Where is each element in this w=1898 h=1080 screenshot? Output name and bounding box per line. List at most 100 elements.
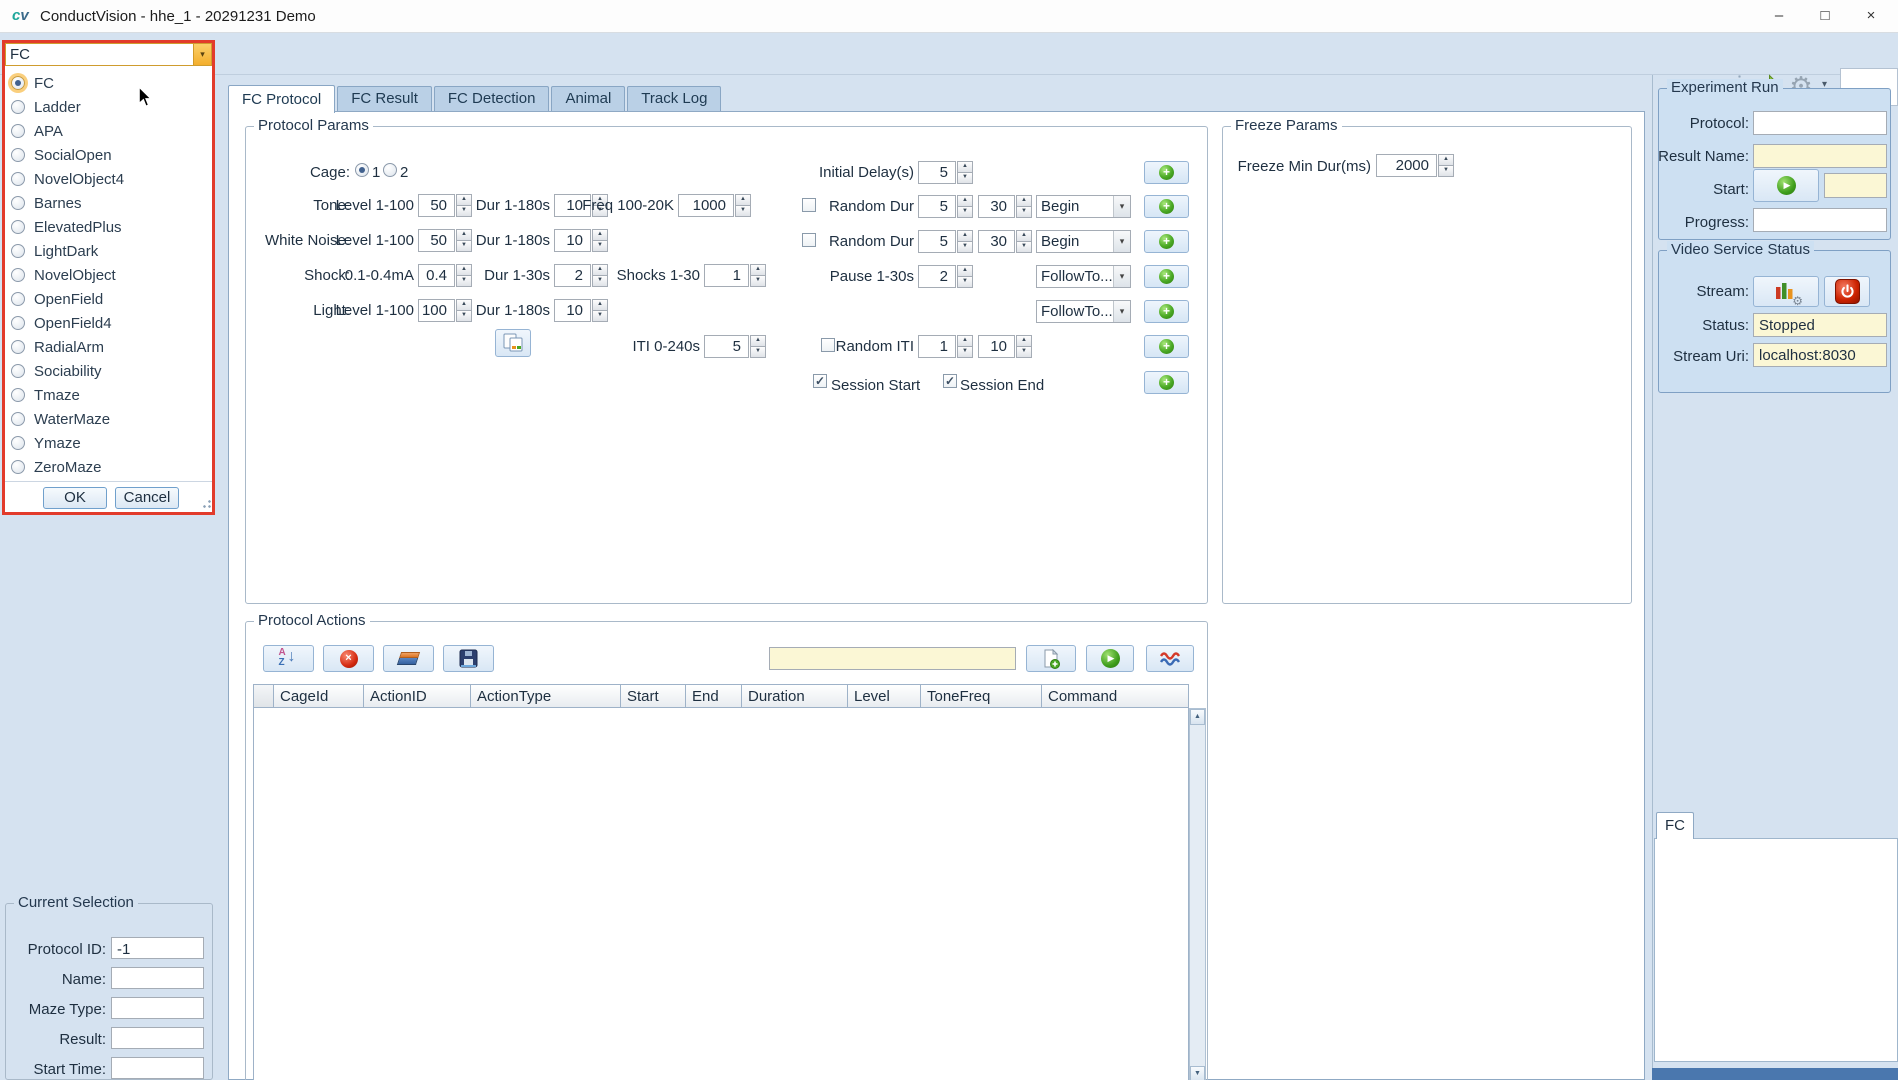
spin-up-icon[interactable]: ▲ <box>1016 230 1032 241</box>
add-step-button-7[interactable]: + <box>1144 371 1189 394</box>
maze-option-ymaze[interactable]: Ymaze <box>5 431 210 455</box>
scroll-up-icon[interactable]: ▲ <box>1190 709 1205 725</box>
maze-option-socialopen[interactable]: SocialOpen <box>5 143 210 167</box>
spin-up-icon[interactable]: ▲ <box>957 265 973 276</box>
random-dur2-mode-dropdown[interactable]: Begin▾ <box>1036 230 1131 253</box>
action-filter-input[interactable] <box>769 647 1016 670</box>
add-step-button-2[interactable]: + <box>1144 195 1189 218</box>
spin-down-icon[interactable]: ▼ <box>750 346 766 358</box>
spin-up-icon[interactable]: ▲ <box>735 194 751 205</box>
spin-up-icon[interactable]: ▲ <box>592 299 608 310</box>
session-end-checkbox[interactable]: ✓ <box>943 374 957 388</box>
scroll-down-icon[interactable]: ▼ <box>1190 1066 1205 1080</box>
combo-dropdown-button[interactable]: ▾ <box>193 44 211 65</box>
random-dur1-min-value[interactable]: 5 <box>918 195 956 218</box>
sort-actions-button[interactable]: AZ↓ <box>263 645 314 672</box>
spin-down-icon[interactable]: ▼ <box>957 206 973 218</box>
column-header-end[interactable]: End <box>686 684 742 708</box>
save-actions-button[interactable] <box>443 645 494 672</box>
preview-waveform-button[interactable] <box>1146 645 1194 672</box>
spin-up-icon[interactable]: ▲ <box>1016 335 1032 346</box>
spin-down-icon[interactable]: ▼ <box>1016 241 1032 253</box>
light-dur-spinner[interactable]: 10▲▼ <box>554 299 608 322</box>
spin-down-icon[interactable]: ▼ <box>750 275 766 287</box>
result-name-input[interactable] <box>1753 144 1887 168</box>
session-start-checkbox[interactable]: ✓ <box>813 374 827 388</box>
radio-icon[interactable] <box>11 196 25 210</box>
column-header-actionid[interactable]: ActionID <box>364 684 471 708</box>
minimize-button[interactable]: – <box>1756 0 1802 33</box>
random-dur1-mode-dropdown[interactable]: Begin▾ <box>1036 195 1131 218</box>
random-dur2-min-value[interactable]: 5 <box>918 230 956 253</box>
random-iti-min-spinner[interactable]: 1▲▼ <box>918 335 973 358</box>
cage-1-radio[interactable] <box>355 163 369 177</box>
radio-icon[interactable] <box>11 412 25 426</box>
add-step-button-5[interactable]: + <box>1144 300 1189 323</box>
cage-2-radio[interactable] <box>383 163 397 177</box>
copy-protocol-button[interactable] <box>495 329 531 357</box>
tone-freq-value[interactable]: 1000 <box>678 194 734 217</box>
iti-value[interactable]: 5 <box>704 335 749 358</box>
shock-count-value[interactable]: 1 <box>704 264 749 287</box>
pause-follow-dropdown[interactable]: FollowTo...▾ <box>1036 265 1131 288</box>
stream-config-button[interactable]: ⚙ <box>1753 276 1819 307</box>
radio-icon[interactable] <box>11 220 25 234</box>
start-experiment-button[interactable]: ▶ <box>1753 169 1819 202</box>
radio-icon[interactable] <box>11 340 25 354</box>
pause-value[interactable]: 2 <box>918 265 956 288</box>
random-dur2-min-spinner[interactable]: 5▲▼ <box>918 230 973 253</box>
tab-fc-result[interactable]: FC Result <box>337 86 432 111</box>
spin-up-icon[interactable]: ▲ <box>1438 154 1454 165</box>
add-step-button-3[interactable]: + <box>1144 230 1189 253</box>
maze-option-apa[interactable]: APA <box>5 119 210 143</box>
maze-option-novelobject4[interactable]: NovelObject4 <box>5 167 210 191</box>
radio-icon[interactable] <box>11 460 25 474</box>
chevron-down-icon[interactable]: ▾ <box>1113 196 1130 217</box>
freeze-min-dur-spinner[interactable]: 2000▲▼ <box>1376 154 1454 177</box>
follow2-dropdown[interactable]: FollowTo...▾ <box>1036 300 1131 323</box>
spin-down-icon[interactable]: ▼ <box>957 172 973 184</box>
column-header-command[interactable]: Command <box>1042 684 1189 708</box>
tab-fc-protocol[interactable]: FC Protocol <box>228 85 335 113</box>
table-scrollbar[interactable]: ▲ ▼ <box>1189 708 1206 1080</box>
maze-option-openfield4[interactable]: OpenField4 <box>5 311 210 335</box>
random-dur2-max-spinner[interactable]: 30▲▼ <box>978 230 1032 253</box>
column-header-actiontype[interactable]: ActionType <box>471 684 621 708</box>
radio-icon[interactable] <box>11 388 25 402</box>
spin-up-icon[interactable]: ▲ <box>957 335 973 346</box>
spin-up-icon[interactable]: ▲ <box>1016 195 1032 206</box>
stream-power-button[interactable] <box>1824 276 1870 307</box>
column-header-tonefreq[interactable]: ToneFreq <box>921 684 1042 708</box>
white-noise-dur-value[interactable]: 10 <box>554 229 591 252</box>
radio-icon[interactable] <box>11 100 25 114</box>
protocol-input[interactable] <box>1753 111 1887 135</box>
add-step-button-4[interactable]: + <box>1144 265 1189 288</box>
start-value-input[interactable] <box>1824 173 1887 198</box>
spin-down-icon[interactable]: ▼ <box>957 241 973 253</box>
maze-combo-value[interactable]: FC <box>6 44 193 65</box>
radio-icon[interactable] <box>11 172 25 186</box>
maze-option-tmaze[interactable]: Tmaze <box>5 383 210 407</box>
shock-count-spinner[interactable]: 1▲▼ <box>704 264 766 287</box>
cancel-button[interactable]: Cancel <box>115 487 179 509</box>
initial-delay-spinner[interactable]: 5▲▼ <box>918 161 973 184</box>
maze-option-openfield[interactable]: OpenField <box>5 287 210 311</box>
chevron-down-icon[interactable]: ▾ <box>1113 231 1130 252</box>
initial-delay-value[interactable]: 5 <box>918 161 956 184</box>
actions-table-body[interactable] <box>253 708 1189 1080</box>
chevron-down-icon[interactable]: ▾ <box>1113 301 1130 322</box>
clear-actions-button[interactable] <box>383 645 434 672</box>
tab-fc-detection[interactable]: FC Detection <box>434 86 550 111</box>
resize-grip[interactable] <box>199 496 212 509</box>
maze-option-novelobject[interactable]: NovelObject <box>5 263 210 287</box>
random-dur1-max-value[interactable]: 30 <box>978 195 1015 218</box>
run-actions-button[interactable]: ▶ <box>1086 645 1134 672</box>
white-noise-dur-spinner[interactable]: 10▲▼ <box>554 229 608 252</box>
spin-up-icon[interactable]: ▲ <box>957 161 973 172</box>
radio-icon[interactable] <box>11 268 25 282</box>
spin-up-icon[interactable]: ▲ <box>957 195 973 206</box>
spin-down-icon[interactable]: ▼ <box>592 240 608 252</box>
maze-option-watermaze[interactable]: WaterMaze <box>5 407 210 431</box>
spin-down-icon[interactable]: ▼ <box>1016 206 1032 218</box>
stream-uri-value[interactable]: localhost:8030 <box>1753 343 1887 367</box>
